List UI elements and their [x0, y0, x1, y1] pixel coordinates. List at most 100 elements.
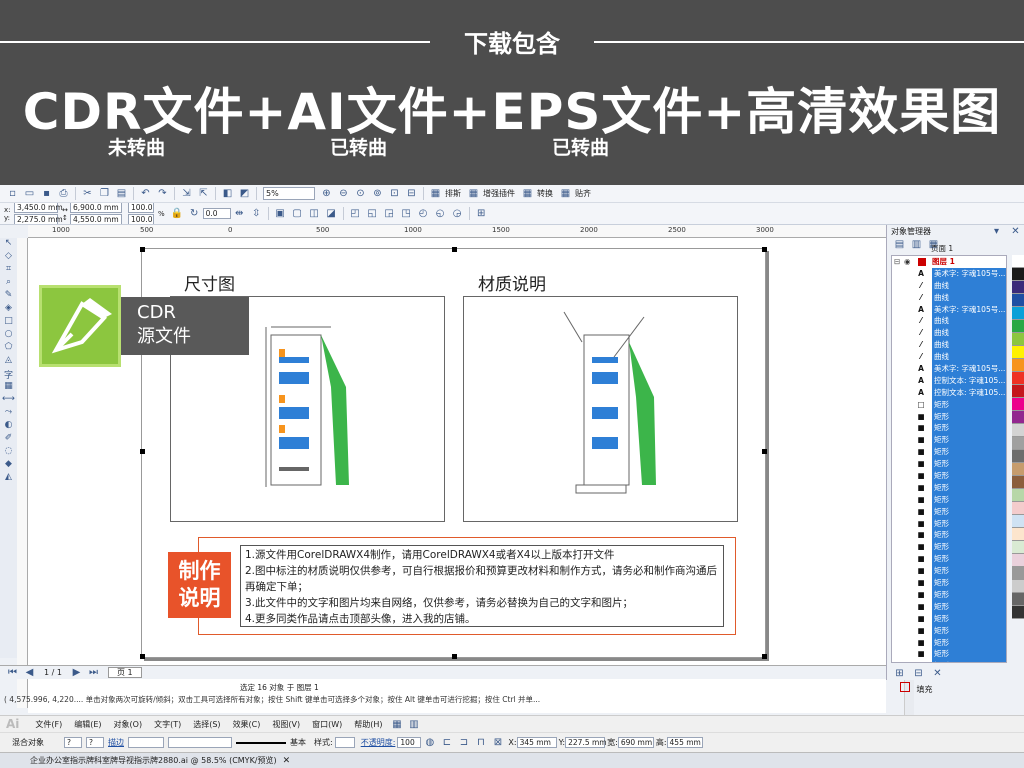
document-tab[interactable]: 企业办公室指示牌科室牌导视指示牌2880.ai @ 58.5% (CMYK/预览…: [30, 755, 277, 766]
rotate-icon[interactable]: ↻: [188, 207, 201, 220]
convert-button[interactable]: 转换: [537, 188, 553, 199]
object-tree-item[interactable]: ■ 矩形: [892, 470, 1006, 483]
transform-icon[interactable]: ⊠: [491, 736, 504, 749]
palette-swatch[interactable]: [1012, 359, 1024, 372]
palette-swatch[interactable]: [1012, 580, 1024, 593]
basic-shapes-icon[interactable]: ◬: [0, 355, 17, 368]
ungroup-icon[interactable]: ▢: [291, 207, 304, 220]
mirror-v-icon[interactable]: ⇳: [250, 207, 263, 220]
ai-width-field[interactable]: 690 mm: [617, 737, 654, 748]
close-tab-icon[interactable]: ✕: [283, 756, 291, 766]
docker-close-icon[interactable]: ✕: [1009, 225, 1022, 238]
arrange-docs-icon[interactable]: ▥: [408, 718, 421, 731]
lock-ratio-icon[interactable]: 🔒: [171, 207, 184, 220]
palette-swatch[interactable]: [1012, 398, 1024, 411]
plugin-button[interactable]: 增强插件: [483, 188, 515, 199]
palette-swatch[interactable]: [1012, 528, 1024, 541]
palette-swatch[interactable]: [1012, 346, 1024, 359]
intersect-icon[interactable]: ◲: [383, 207, 396, 220]
menu-window[interactable]: 窗口(W): [312, 719, 342, 730]
docker-minimize-icon[interactable]: ▾: [990, 225, 1003, 238]
copy-icon[interactable]: ❐: [98, 187, 111, 200]
menu-select[interactable]: 选择(S): [193, 719, 220, 730]
back-minus-front-icon[interactable]: ◵: [434, 207, 447, 220]
palette-swatch[interactable]: [1012, 333, 1024, 346]
object-tree-item[interactable]: □ 矩形: [892, 398, 1006, 411]
palette-swatch[interactable]: [1012, 372, 1024, 385]
palette-swatch[interactable]: [1012, 567, 1024, 580]
menu-help[interactable]: 帮助(H): [354, 719, 382, 730]
palette-swatch[interactable]: [1012, 489, 1024, 502]
object-tree-item[interactable]: ■ 矩形: [892, 553, 1006, 566]
object-tree-item[interactable]: ■ 矩形: [892, 624, 1006, 637]
object-tree-item[interactable]: ■ 矩形: [892, 636, 1006, 649]
palette-swatch[interactable]: [1012, 385, 1024, 398]
object-tree-item[interactable]: ■ 矩形: [892, 529, 1006, 542]
object-tree-item[interactable]: ■ 矩形: [892, 612, 1006, 625]
eye-icon[interactable]: ◉: [904, 256, 911, 268]
plugin-icon[interactable]: ▦: [467, 187, 480, 200]
align-icon[interactable]: ⊞: [475, 207, 488, 220]
dimension-tool-icon[interactable]: ⟷: [0, 394, 17, 407]
palette-swatch[interactable]: [1012, 593, 1024, 606]
stroke-weight-field[interactable]: [128, 737, 164, 748]
cut-icon[interactable]: ✂: [81, 187, 94, 200]
menu-effect[interactable]: 效果(C): [233, 719, 261, 730]
object-tree-item[interactable]: ■ 矩形: [892, 505, 1006, 518]
palette-swatch[interactable]: [1012, 268, 1024, 281]
palette-swatch[interactable]: [1012, 424, 1024, 437]
palette-swatch[interactable]: [1012, 255, 1024, 268]
object-tree-item[interactable]: A 美术字: 字魂105号...: [892, 363, 1006, 376]
scale-x-field[interactable]: 100.0: [128, 203, 154, 213]
align-center-icon[interactable]: ⊐: [457, 736, 470, 749]
zoom-all-icon[interactable]: ⊚: [371, 187, 384, 200]
zoom-out-icon[interactable]: ⊖: [337, 187, 350, 200]
weld-icon[interactable]: ◰: [349, 207, 362, 220]
arrange-button[interactable]: 排斯: [445, 188, 461, 199]
opacity-link[interactable]: 不透明度:: [361, 737, 396, 748]
convert-icon[interactable]: ▦: [521, 187, 534, 200]
palette-swatch[interactable]: [1012, 515, 1024, 528]
zoom-level-select[interactable]: 5%: [263, 187, 315, 200]
object-tree-item[interactable]: ⁄ 曲线: [892, 315, 1006, 328]
brush-label[interactable]: 基本: [290, 737, 306, 748]
menu-view[interactable]: 视图(V): [272, 719, 300, 730]
page-tab-1[interactable]: 页 1: [107, 667, 142, 678]
palette-swatch[interactable]: [1012, 476, 1024, 489]
snap-icon[interactable]: ▦: [559, 187, 572, 200]
freehand-tool-icon[interactable]: ✎: [0, 290, 17, 303]
pick-tool-icon[interactable]: ↖: [0, 238, 17, 251]
page-node[interactable]: 页面 1: [931, 243, 953, 254]
table-tool-icon[interactable]: ▦: [0, 381, 17, 394]
object-tree-item[interactable]: ⁄ 曲线: [892, 327, 1006, 340]
smart-fill-icon[interactable]: ◈: [0, 303, 17, 316]
object-tree-item[interactable]: ■ 矩形: [892, 588, 1006, 601]
outline-tool-icon[interactable]: ◌: [0, 446, 17, 459]
import-icon[interactable]: ⇲: [180, 187, 193, 200]
palette-swatch[interactable]: [1012, 320, 1024, 333]
show-properties-icon[interactable]: ▤: [893, 238, 906, 251]
object-tree-item[interactable]: ■ 矩形: [892, 600, 1006, 613]
object-tree-item[interactable]: ■ 矩形: [892, 410, 1006, 423]
object-tree-item[interactable]: ■ 矩形: [892, 458, 1006, 471]
group-icon[interactable]: ▣: [274, 207, 287, 220]
stroke-link[interactable]: 描边: [108, 737, 124, 748]
text-tool-icon[interactable]: 字: [0, 368, 17, 381]
fill-select[interactable]: ?: [64, 737, 82, 748]
object-tree-item[interactable]: ■ 矩形: [892, 648, 1006, 661]
palette-swatch[interactable]: [1012, 450, 1024, 463]
undo-icon[interactable]: ↶: [139, 187, 152, 200]
new-master-layer-icon[interactable]: ⊟: [912, 667, 925, 680]
edit-across-layers-icon[interactable]: ▥: [910, 238, 923, 251]
simplify-icon[interactable]: ◳: [400, 207, 413, 220]
save-icon[interactable]: ▪: [40, 187, 53, 200]
variable-width-field[interactable]: [168, 737, 232, 748]
combine-icon[interactable]: ◫: [308, 207, 321, 220]
distribute-icon[interactable]: ⊓: [474, 736, 487, 749]
opacity-field[interactable]: 100: [397, 737, 422, 748]
welcome-icon[interactable]: ◩: [238, 187, 251, 200]
x-position-field[interactable]: 3,450.0 mm: [14, 203, 63, 213]
object-tree-item[interactable]: ■ 矩形: [892, 577, 1006, 590]
zoom-in-icon[interactable]: ⊕: [320, 187, 333, 200]
palette-swatch[interactable]: [1012, 502, 1024, 515]
